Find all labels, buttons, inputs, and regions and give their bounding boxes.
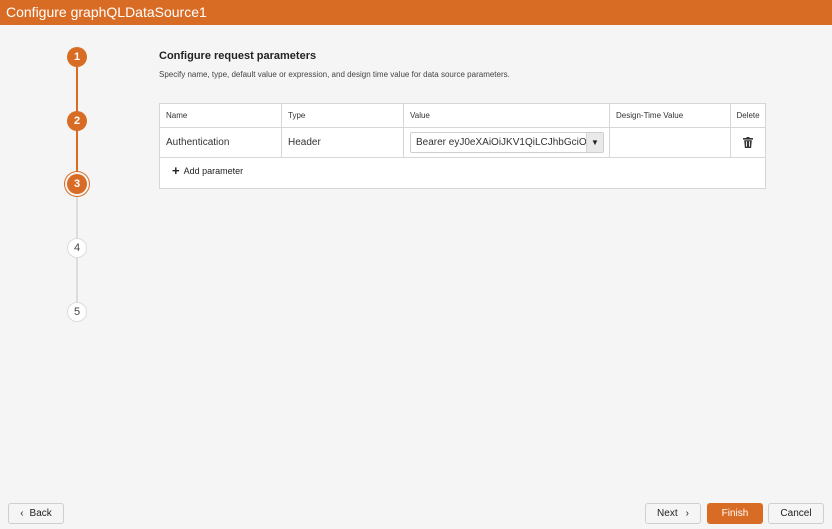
finish-button[interactable]: Finish [707, 503, 763, 524]
header-design-time: Design-Time Value [610, 104, 731, 127]
trash-icon[interactable] [743, 137, 753, 148]
next-button[interactable]: Next › [645, 503, 701, 524]
chevron-right-icon: › [685, 508, 689, 519]
add-parameter-label: Add parameter [183, 166, 244, 176]
wizard-stepper: 1 2 3 4 5 [0, 25, 150, 325]
add-parameter-button[interactable]: + Add parameter [172, 163, 244, 178]
param-value-editor[interactable]: Bearer eyJ0eXAiOiJKV1QiLCJhbGciOiJ ▼ [410, 132, 604, 153]
step-4[interactable]: 4 [67, 238, 87, 258]
section-description: Specify name, type, default value or exp… [159, 70, 510, 79]
step-2[interactable]: 2 [67, 111, 87, 131]
plus-icon: + [172, 163, 180, 178]
header-type: Type [282, 104, 404, 127]
param-design-time-value[interactable] [610, 128, 731, 157]
cancel-button[interactable]: Cancel [768, 503, 824, 524]
back-button[interactable]: ‹ Back [8, 503, 64, 524]
step-3[interactable]: 3 [67, 174, 87, 194]
header-name: Name [160, 104, 282, 127]
delete-cell [731, 128, 765, 157]
value-dropdown-button[interactable]: ▼ [586, 133, 603, 152]
header-delete: Delete [736, 111, 760, 120]
next-label: Next [657, 508, 678, 519]
section-header: Configure request parameters Specify nam… [159, 50, 766, 79]
param-value-text[interactable]: Bearer eyJ0eXAiOiJKV1QiLCJhbGciOiJ [411, 137, 586, 148]
param-type[interactable]: Header [282, 128, 404, 157]
step-1[interactable]: 1 [67, 47, 87, 67]
window-title: Configure graphQLDataSource1 [0, 0, 832, 25]
chevron-left-icon: ‹ [20, 508, 24, 519]
param-value-cell: Bearer eyJ0eXAiOiJKV1QiLCJhbGciOiJ ▼ [404, 128, 610, 157]
parameters-table: Name Type Value Design-Time Value Delete… [159, 103, 766, 189]
back-label: Back [29, 508, 52, 519]
param-name[interactable]: Authentication [160, 128, 282, 157]
step-5[interactable]: 5 [67, 302, 87, 322]
table-header-row: Name Type Value Design-Time Value Delete [160, 104, 765, 128]
caret-down-icon: ▼ [591, 138, 599, 147]
section-title: Configure request parameters [159, 50, 317, 62]
table-row: Authentication Header Bearer eyJ0eXAiOiJ… [160, 128, 765, 158]
header-value: Value [404, 104, 610, 127]
